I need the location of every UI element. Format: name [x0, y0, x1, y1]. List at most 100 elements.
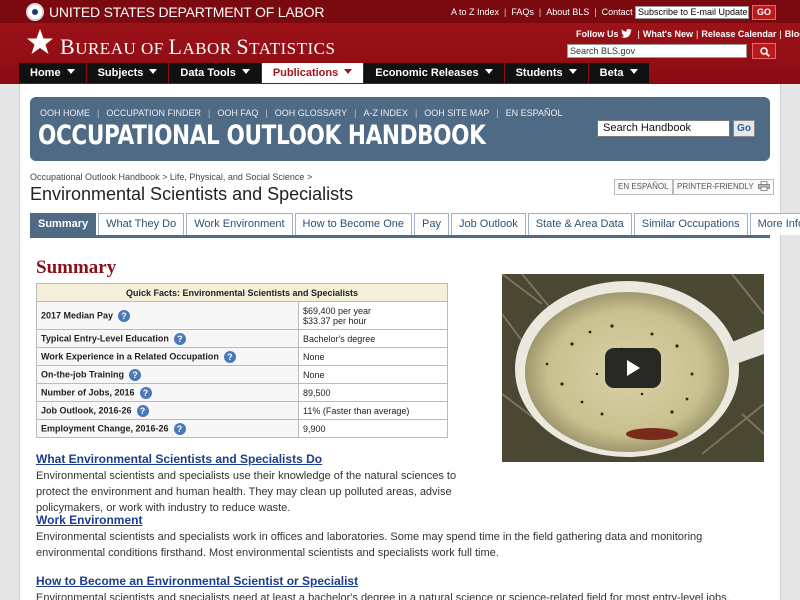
tab-summary[interactable]: Summary	[30, 213, 97, 235]
ooh-link-home[interactable]: OOH HOME	[40, 108, 90, 118]
table-row: Work Experience in a Related Occupation?…	[36, 347, 448, 366]
quick-facts-title: Quick Facts: Environmental Scientists an…	[36, 283, 448, 302]
separator: |	[265, 108, 268, 118]
tab-job-outlook[interactable]: Job Outlook	[451, 213, 526, 235]
dol-seal-icon[interactable]	[26, 3, 44, 21]
printer-icon	[757, 181, 770, 191]
help-icon[interactable]: ?	[139, 386, 152, 399]
caret-down-icon	[241, 69, 250, 74]
ooh-link-site-map[interactable]: OOH SITE MAP	[424, 108, 489, 118]
util-link-about[interactable]: About BLS	[546, 7, 589, 17]
separator: |	[208, 108, 211, 118]
table-row: On-the-job Training? None	[36, 365, 448, 384]
fact-label-text: Work Experience in a Related Occupation	[41, 350, 219, 361]
separator: |	[696, 29, 699, 39]
separator: |	[414, 108, 418, 118]
bls-logo-text[interactable]: BUREAU OF LABOR STATISTICS	[60, 34, 335, 60]
util-link-a-to-z[interactable]: A to Z Index	[451, 7, 499, 17]
ooh-link-az-index[interactable]: A-Z INDEX	[363, 108, 408, 118]
fact-label: Typical Entry-Level Education?	[36, 329, 299, 348]
fact-label: Job Outlook, 2016-26?	[36, 401, 299, 420]
fact-label: On-the-job Training?	[36, 365, 299, 384]
tab-how-to-become-one[interactable]: How to Become One	[294, 213, 413, 235]
bls-search-input[interactable]: Search BLS.gov	[567, 44, 747, 58]
help-icon[interactable]: ?	[223, 350, 236, 363]
fact-value-line: $69,400 per year	[303, 305, 372, 316]
twitter-icon[interactable]	[621, 29, 632, 38]
nav-home[interactable]: Home	[19, 63, 86, 83]
bls-search-button[interactable]	[752, 43, 776, 59]
tab-work-environment[interactable]: Work Environment	[186, 213, 293, 235]
fact-label-text: 2017 Median Pay	[41, 309, 114, 320]
caret-down-icon	[629, 69, 638, 74]
table-row: 2017 Median Pay? $69,400 per year $33.37 …	[36, 301, 448, 330]
printer-friendly-label: PRINTER-FRIENDLY	[677, 182, 754, 191]
handbook-go-button[interactable]: Go	[733, 120, 755, 137]
help-icon[interactable]: ?	[118, 309, 131, 322]
breadcrumb-category[interactable]: Life, Physical, and Social Science	[170, 172, 305, 182]
ooh-link-en-espanol[interactable]: EN ESPAÑOL	[506, 108, 563, 118]
separator: |	[354, 108, 357, 118]
release-calendar-link[interactable]: Release Calendar	[701, 29, 776, 39]
breadcrumb: Occupational Outlook Handbook > Life, Ph…	[30, 172, 313, 182]
section-link-work-environment[interactable]: Work Environment	[36, 513, 142, 527]
breadcrumb-ooh[interactable]: Occupational Outlook Handbook	[30, 172, 160, 182]
email-go-button[interactable]: GO	[752, 5, 776, 20]
email-subscribe-input[interactable]: Subscribe to E-mail Updates	[635, 6, 749, 19]
nav-economic-releases[interactable]: Economic Releases	[364, 63, 504, 83]
nav-label: Publications	[272, 67, 339, 79]
tab-state-area-data[interactable]: State & Area Data	[527, 213, 632, 235]
nav-label: Economic Releases	[375, 67, 479, 79]
caret-down-icon	[568, 69, 577, 74]
tab-more-info[interactable]: More Info	[749, 213, 800, 235]
caret-down-icon	[344, 69, 353, 74]
follow-us-link[interactable]: Follow Us	[576, 29, 619, 39]
social-links: Follow Us | What's New | Release Calendar | B…	[576, 29, 800, 39]
fact-value: None	[298, 347, 448, 366]
fact-label-text: Typical Entry-Level Education	[41, 332, 169, 343]
separator: |	[779, 29, 782, 39]
nav-label: Students	[515, 67, 563, 79]
ooh-nav-links: OOH HOME | OCCUPATION FINDER | OOH FAQ | OOH G…	[40, 108, 563, 118]
fact-value: 89,500	[298, 383, 448, 402]
bls-name-part: S	[236, 34, 250, 59]
ooh-link-glossary[interactable]: OOH GLOSSARY	[275, 108, 347, 118]
nav-label: Subjects	[97, 67, 144, 79]
blog-link[interactable]: Blog	[785, 29, 800, 39]
en-espanol-button[interactable]: EN ESPAÑOL	[614, 179, 673, 195]
help-icon[interactable]: ?	[136, 404, 149, 417]
tab-similar-occupations[interactable]: Similar Occupations	[633, 213, 748, 235]
nav-students[interactable]: Students	[504, 63, 588, 83]
help-icon[interactable]: ?	[129, 368, 141, 381]
printer-friendly-button[interactable]: PRINTER-FRIENDLY	[673, 179, 774, 195]
table-row: Job Outlook, 2016-26? 11% (Faster than a…	[36, 401, 448, 420]
help-icon[interactable]: ?	[173, 422, 186, 435]
nav-publications[interactable]: Publications	[261, 63, 364, 83]
nav-beta[interactable]: Beta	[588, 63, 649, 83]
dol-name-link[interactable]: UNITED STATES DEPARTMENT OF LABOR	[49, 4, 324, 20]
search-icon	[760, 47, 770, 57]
help-icon[interactable]: ?	[173, 332, 186, 345]
nav-label: Beta	[599, 67, 624, 79]
handbook-search-input[interactable]: Search Handbook	[597, 120, 730, 137]
tab-what-they-do[interactable]: What They Do	[98, 213, 185, 235]
fact-label: Work Experience in a Related Occupation?	[36, 347, 299, 366]
util-link-faqs[interactable]: FAQs	[511, 7, 534, 17]
nav-subjects[interactable]: Subjects	[86, 63, 169, 83]
bls-name-part: UREAU OF	[75, 39, 169, 58]
nav-data-tools[interactable]: Data Tools	[169, 63, 261, 83]
quick-facts-table: Quick Facts: Environmental Scientists an…	[36, 283, 448, 438]
section-link-what-they-do[interactable]: What Environmental Scientists and Specia…	[36, 452, 322, 466]
ooh-title[interactable]: OCCUPATIONAL OUTLOOK HANDBOOK	[38, 120, 486, 151]
separator: |	[504, 7, 507, 17]
tab-pay[interactable]: Pay	[414, 213, 449, 235]
nav-label: Home	[30, 67, 61, 79]
play-icon[interactable]	[605, 348, 661, 388]
whats-new-link[interactable]: What's New	[643, 29, 693, 39]
section-link-how-to-become[interactable]: How to Become an Environmental Scientist…	[36, 574, 358, 588]
ooh-link-occupation-finder[interactable]: OCCUPATION FINDER	[106, 108, 201, 118]
ooh-link-faq[interactable]: OOH FAQ	[217, 108, 258, 118]
bls-star-icon[interactable]	[26, 28, 54, 56]
fact-value: None	[298, 365, 448, 384]
fact-label-text: Number of Jobs, 2016	[41, 386, 135, 397]
